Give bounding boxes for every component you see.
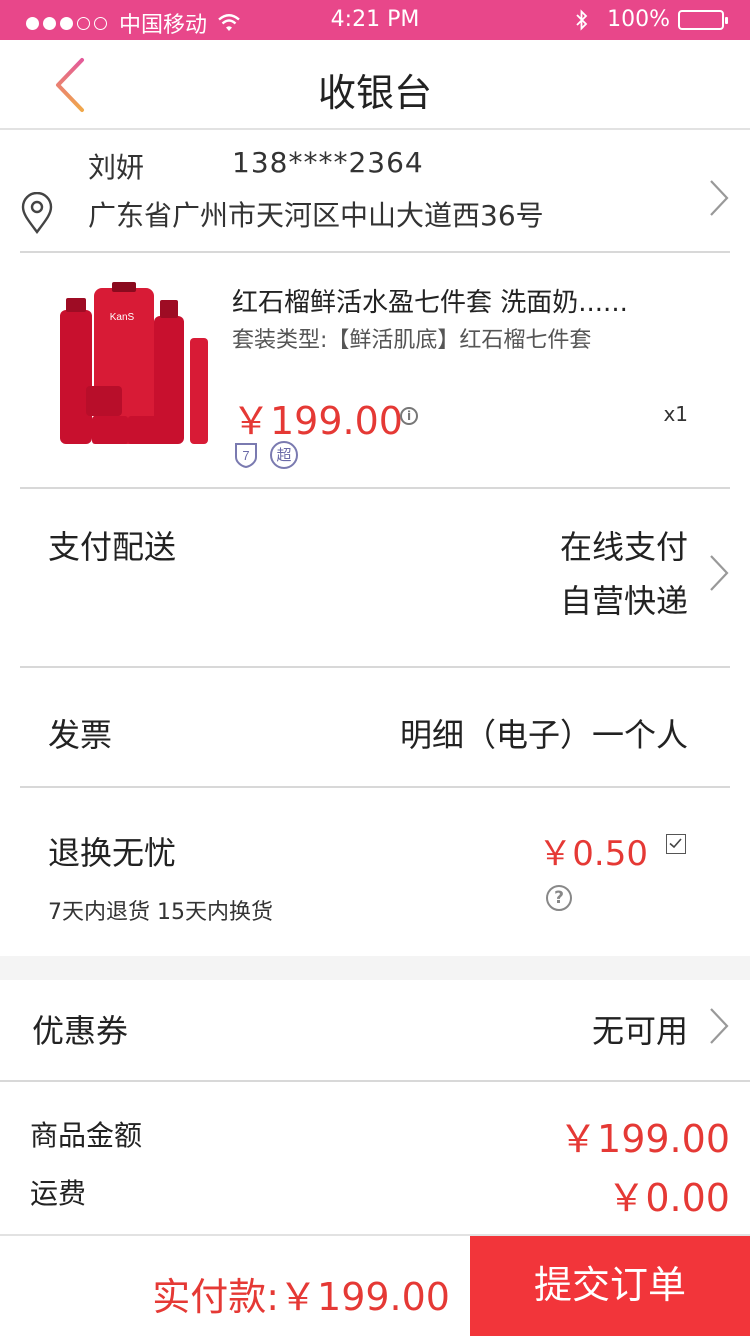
super-badge: 超 — [270, 441, 298, 469]
product-image: KanS — [60, 282, 208, 444]
checkbox-icon[interactable] — [666, 834, 686, 854]
product-image-brand: KanS — [110, 312, 135, 323]
bluetooth-icon — [576, 8, 588, 31]
section-gap — [0, 956, 750, 980]
battery-percent: 100% — [607, 7, 670, 32]
divider — [20, 487, 730, 489]
invoice-label: 发票 — [48, 716, 113, 754]
shipping-fee-label: 运费 — [30, 1177, 87, 1210]
info-icon[interactable]: i — [400, 407, 418, 425]
shipping-fee-value: ￥0.00 — [607, 1176, 730, 1220]
coupon-value: 无可用 — [591, 1012, 688, 1050]
shipping-method: 自营快递 — [559, 582, 688, 620]
checkout-bar: 实付款:￥199.00 提交订单 — [0, 1234, 750, 1336]
product-price: ￥199.00 — [232, 399, 403, 443]
goods-amount-value: ￥199.00 — [559, 1117, 730, 1161]
nav-bar: 收银台 — [0, 40, 750, 130]
check-mark-icon — [669, 838, 682, 849]
chevron-right-icon — [710, 555, 729, 591]
return-service-desc: 7天内退货 15天内换货 — [48, 900, 273, 925]
battery-icon — [678, 9, 728, 30]
divider — [20, 251, 730, 253]
badge-7-text: 7 — [242, 448, 249, 463]
chevron-right-icon — [710, 1008, 729, 1044]
goods-amount-label: 商品金额 — [30, 1119, 143, 1152]
payment-method: 在线支付 — [559, 528, 688, 566]
divider — [20, 786, 730, 788]
pay-total: 实付款:￥199.00 — [152, 1275, 450, 1319]
coupon-label: 优惠券 — [32, 1012, 129, 1050]
recipient-phone: 138****2364 — [232, 146, 424, 179]
divider — [0, 1080, 750, 1082]
location-pin-icon — [21, 192, 53, 234]
chevron-right-icon — [710, 180, 729, 216]
status-right: 100% — [575, 7, 728, 32]
product-title: 红石榴鲜活水盈七件套 洗面奶...... — [232, 288, 628, 318]
return-service-label: 退换无忧 — [48, 834, 177, 872]
seven-day-return-badge-icon: 7 — [235, 443, 257, 469]
help-icon[interactable]: ? — [546, 885, 572, 911]
divider — [20, 666, 730, 668]
product-quantity: x1 — [663, 402, 688, 426]
invoice-value: 明细（电子）一个人 — [399, 716, 688, 754]
product-spec: 套装类型:【鲜活肌底】红石榴七件套 — [232, 328, 592, 353]
address-detail: 广东省广州市天河区中山大道西36号 — [88, 199, 544, 232]
page-title: 收银台 — [317, 71, 432, 115]
payment-delivery-label: 支付配送 — [48, 528, 177, 566]
status-bar: 中国移动 4:21 PM 100% — [0, 0, 750, 40]
recipient-name: 刘妍 — [88, 151, 145, 184]
return-service-price: ￥0.50 — [538, 834, 648, 874]
submit-order-button[interactable]: 提交订单 — [470, 1236, 750, 1336]
